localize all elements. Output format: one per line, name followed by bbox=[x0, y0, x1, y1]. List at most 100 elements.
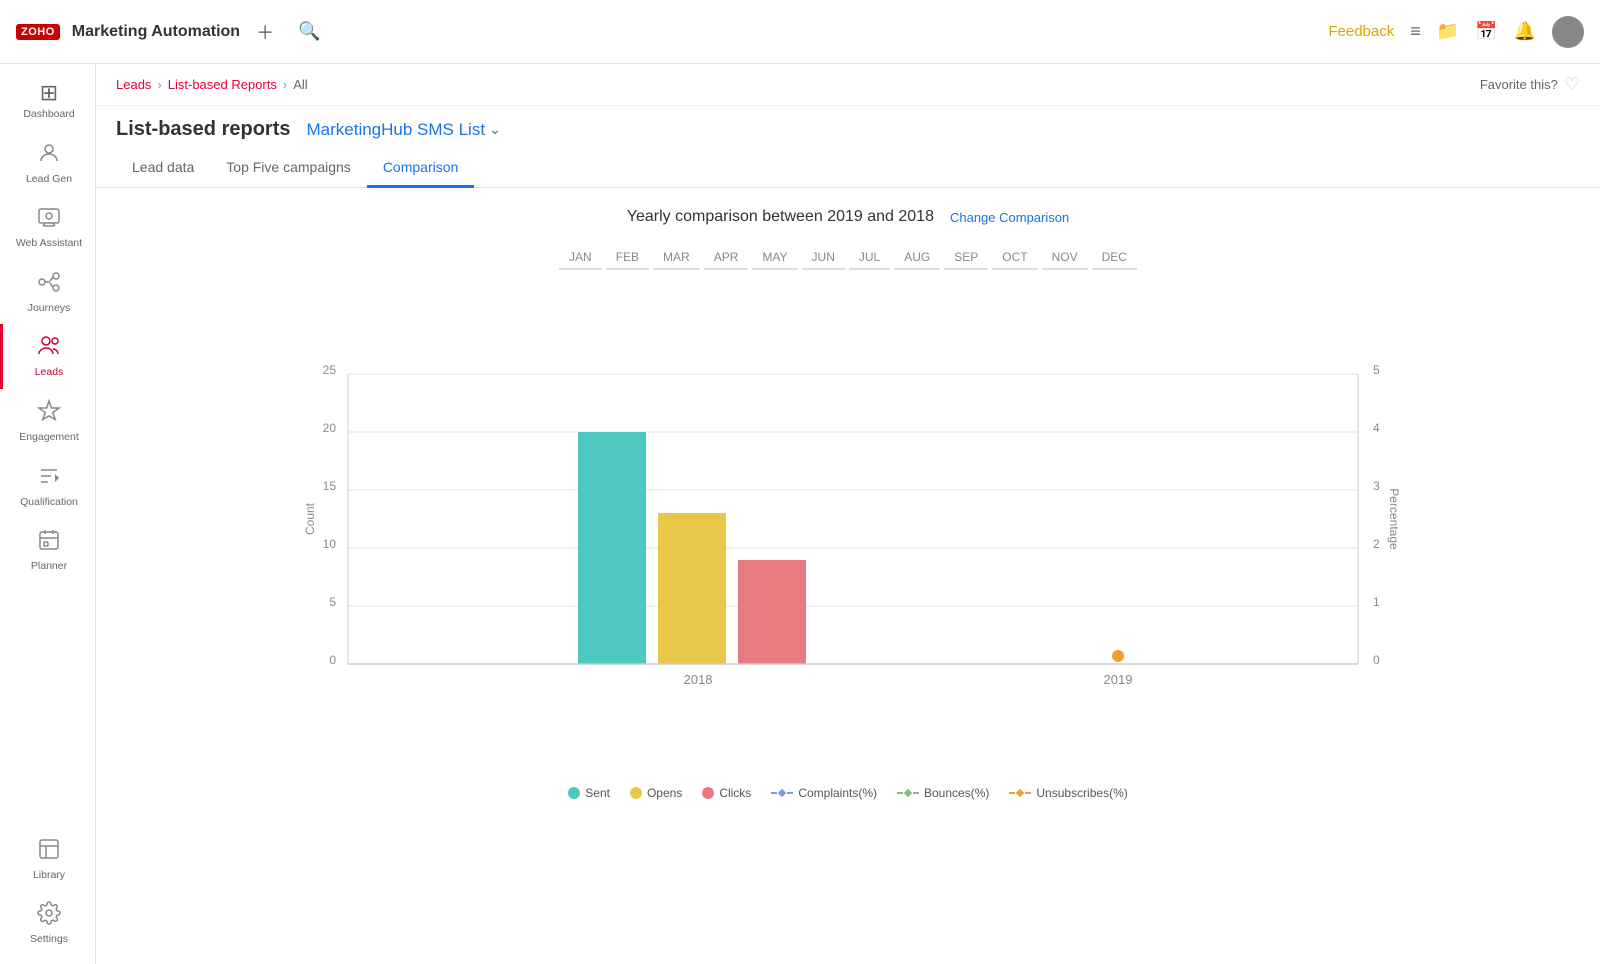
favorite-label: Favorite this? bbox=[1480, 77, 1558, 92]
month-feb[interactable]: FEB bbox=[606, 246, 649, 270]
planner-icon bbox=[37, 528, 61, 556]
list-selector[interactable]: MarketingHub SMS List ⌄ bbox=[306, 120, 500, 140]
svg-text:10: 10 bbox=[323, 537, 337, 551]
chart-title: Yearly comparison between 2019 and 2018 bbox=[627, 208, 934, 226]
dashboard-icon: ⊞ bbox=[40, 82, 58, 104]
feedback-button[interactable]: Feedback bbox=[1328, 23, 1394, 40]
legend-bounces-label: Bounces(%) bbox=[924, 786, 989, 800]
month-mar[interactable]: MAR bbox=[653, 246, 700, 270]
month-nov[interactable]: NOV bbox=[1042, 246, 1088, 270]
leads-icon bbox=[37, 334, 61, 362]
breadcrumb-leads[interactable]: Leads bbox=[116, 77, 151, 92]
legend-unsubscribes-label: Unsubscribes(%) bbox=[1036, 786, 1127, 800]
sidebar-label-engagement: Engagement bbox=[19, 431, 79, 444]
svg-text:2: 2 bbox=[1373, 537, 1380, 551]
settings-icon bbox=[37, 901, 61, 929]
dropdown-arrow-icon: ⌄ bbox=[489, 121, 501, 138]
month-jan[interactable]: JAN bbox=[559, 246, 602, 270]
list-icon[interactable]: ≡ bbox=[1410, 21, 1421, 42]
list-name: MarketingHub SMS List bbox=[306, 120, 485, 140]
svg-text:5: 5 bbox=[329, 595, 336, 609]
legend-clicks: Clicks bbox=[702, 786, 751, 800]
chart-area: Yearly comparison between 2019 and 2018 … bbox=[96, 188, 1600, 964]
content-area: Leads › List-based Reports › All Favorit… bbox=[96, 64, 1600, 964]
sidebar-item-web-assistant[interactable]: Web Assistant bbox=[0, 195, 95, 260]
legend-sent: Sent bbox=[568, 786, 610, 800]
svg-text:0: 0 bbox=[329, 653, 336, 667]
web-assistant-icon bbox=[37, 205, 61, 233]
tab-comparison[interactable]: Comparison bbox=[367, 149, 474, 188]
sidebar-item-lead-gen[interactable]: Lead Gen bbox=[0, 131, 95, 196]
page-header: List-based reports MarketingHub SMS List… bbox=[96, 106, 1600, 141]
legend-sent-label: Sent bbox=[585, 786, 610, 800]
sidebar-label-settings: Settings bbox=[30, 933, 68, 946]
qualification-icon bbox=[37, 464, 61, 492]
sidebar-item-library[interactable]: Library bbox=[0, 827, 95, 892]
logo-area: ZOHO Marketing Automation bbox=[16, 23, 240, 41]
change-comparison-button[interactable]: Change Comparison bbox=[950, 210, 1069, 225]
sidebar-item-qualification[interactable]: Qualification bbox=[0, 454, 95, 519]
sidebar-item-planner[interactable]: Planner bbox=[0, 518, 95, 583]
add-button[interactable]: ＋ bbox=[252, 15, 278, 49]
page-title: List-based reports bbox=[116, 118, 290, 141]
legend-opens: Opens bbox=[630, 786, 682, 800]
svg-text:25: 25 bbox=[323, 363, 337, 377]
legend-sent-color bbox=[568, 787, 580, 799]
avatar[interactable] bbox=[1552, 16, 1584, 48]
bell-icon[interactable]: 🔔 bbox=[1514, 21, 1536, 42]
sidebar-label-journeys: Journeys bbox=[28, 302, 71, 315]
month-jun[interactable]: JUN bbox=[802, 246, 845, 270]
tab-lead-data[interactable]: Lead data bbox=[116, 149, 210, 188]
legend-complaints: Complaints(%) bbox=[771, 786, 877, 800]
month-may[interactable]: MAY bbox=[752, 246, 797, 270]
month-apr[interactable]: APR bbox=[704, 246, 749, 270]
bar-clicks-2018 bbox=[738, 560, 806, 664]
sidebar-item-journeys[interactable]: Journeys bbox=[0, 260, 95, 325]
sidebar-label-library: Library bbox=[33, 869, 65, 882]
breadcrumb-current: All bbox=[293, 77, 307, 92]
month-tabs: JAN FEB MAR APR MAY JUN JUL AUG SEP OCT … bbox=[116, 246, 1580, 270]
svg-text:3: 3 bbox=[1373, 479, 1380, 493]
svg-text:0: 0 bbox=[1373, 653, 1380, 667]
main-layout: ⊞ Dashboard Lead Gen Web Assistant bbox=[0, 64, 1600, 964]
sidebar-label-leads: Leads bbox=[35, 366, 64, 379]
chart-title-row: Yearly comparison between 2019 and 2018 … bbox=[116, 208, 1580, 226]
svg-text:5: 5 bbox=[1373, 363, 1380, 377]
sidebar-label-dashboard: Dashboard bbox=[23, 108, 74, 121]
svg-text:Count: Count bbox=[303, 502, 317, 535]
sidebar-item-engagement[interactable]: Engagement bbox=[0, 389, 95, 454]
month-jul[interactable]: JUL bbox=[849, 246, 890, 270]
chart-container: 0 5 10 15 20 25 Count 0 bbox=[116, 294, 1580, 774]
svg-text:20: 20 bbox=[323, 421, 337, 435]
month-oct[interactable]: OCT bbox=[992, 246, 1037, 270]
sidebar-item-leads[interactable]: Leads bbox=[0, 324, 95, 389]
breadcrumb: Leads › List-based Reports › All Favorit… bbox=[96, 64, 1600, 106]
svg-text:2018: 2018 bbox=[684, 672, 713, 687]
calendar-icon[interactable]: 📅 bbox=[1475, 21, 1497, 42]
sidebar-item-settings[interactable]: Settings bbox=[0, 891, 95, 956]
tab-top-five[interactable]: Top Five campaigns bbox=[210, 149, 367, 188]
dot-unsubscribes-2019 bbox=[1112, 650, 1124, 662]
month-sep[interactable]: SEP bbox=[944, 246, 988, 270]
legend-opens-label: Opens bbox=[647, 786, 682, 800]
journeys-icon bbox=[37, 270, 61, 298]
folder-icon[interactable]: 📁 bbox=[1437, 21, 1459, 42]
zoho-logo: ZOHO bbox=[16, 24, 60, 40]
breadcrumb-list-reports[interactable]: List-based Reports bbox=[168, 77, 277, 92]
month-dec[interactable]: DEC bbox=[1092, 246, 1137, 270]
sidebar-item-dashboard[interactable]: ⊞ Dashboard bbox=[0, 72, 95, 131]
legend-clicks-color bbox=[702, 787, 714, 799]
legend-bounces: Bounces(%) bbox=[897, 786, 989, 800]
search-button[interactable]: 🔍 bbox=[294, 17, 324, 46]
svg-text:15: 15 bbox=[323, 479, 337, 493]
sidebar-label-lead-gen: Lead Gen bbox=[26, 173, 72, 186]
month-aug[interactable]: AUG bbox=[894, 246, 940, 270]
bar-chart: 0 5 10 15 20 25 Count 0 bbox=[116, 294, 1580, 714]
legend-opens-color bbox=[630, 787, 642, 799]
legend-complaints-label: Complaints(%) bbox=[798, 786, 877, 800]
tab-bar: Lead data Top Five campaigns Comparison bbox=[96, 149, 1600, 188]
legend-unsubscribes: Unsubscribes(%) bbox=[1009, 786, 1127, 800]
chart-legend: Sent Opens Clicks Complaints(%) bbox=[116, 786, 1580, 800]
svg-text:2019: 2019 bbox=[1104, 672, 1133, 687]
heart-icon[interactable]: ♡ bbox=[1564, 74, 1580, 95]
